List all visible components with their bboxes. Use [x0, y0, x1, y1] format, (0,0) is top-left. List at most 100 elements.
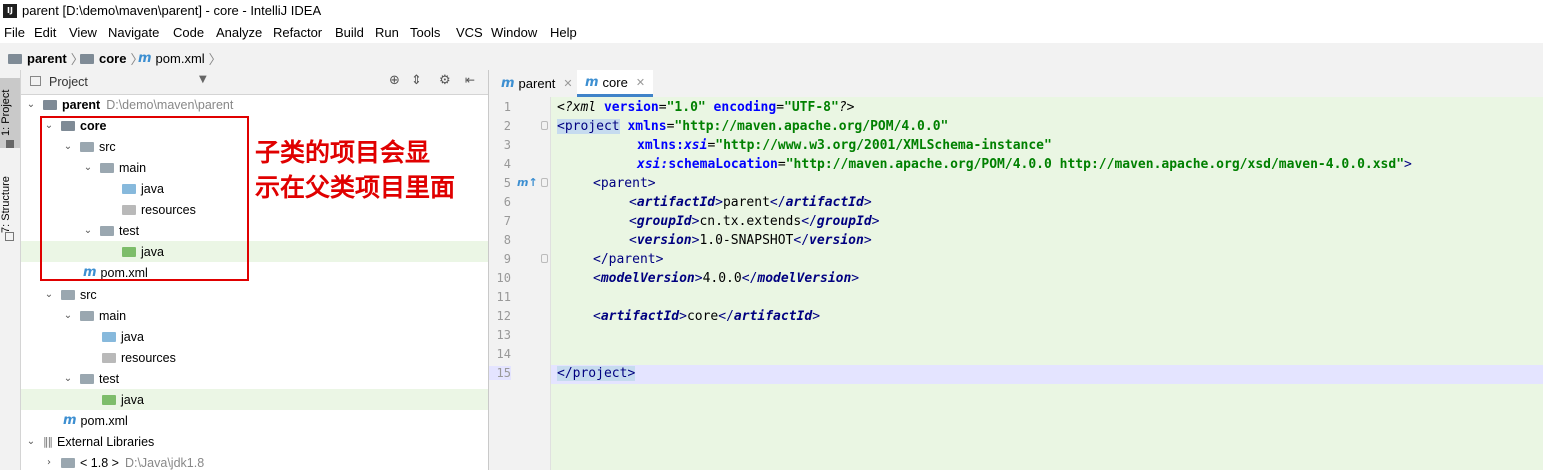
line-number: 3 [503, 138, 511, 152]
fold-icon[interactable] [541, 178, 548, 187]
tree-item-pom[interactable]: m pom.xml [21, 410, 488, 431]
menu-vcs[interactable]: VCS [456, 25, 483, 40]
window-title: parent [D:\demo\maven\parent] - core - I… [22, 3, 322, 18]
code-line-8: <version>1.0-SNAPSHOT</version> [629, 233, 872, 248]
code-line-3: xmlns:xsi="http://www.w3.org/2001/XMLSch… [637, 138, 1052, 153]
gear-icon[interactable]: ⚙ [439, 73, 451, 88]
tree-item-test[interactable]: ⌄ test [21, 368, 488, 389]
code-line-4: xsi:schemaLocation="http://maven.apache.… [637, 157, 1412, 172]
line-number: 14 [496, 347, 511, 361]
fold-icon[interactable] [541, 121, 548, 130]
line-number: 4 [503, 157, 511, 171]
menu-refactor[interactable]: Refactor [273, 25, 322, 40]
menu-build[interactable]: Build [335, 25, 364, 40]
fold-icon[interactable] [541, 254, 548, 263]
test-source-folder-icon [102, 394, 116, 405]
maven-icon: m [138, 51, 152, 66]
menu-window[interactable]: Window [491, 25, 537, 40]
line-number: 12 [496, 309, 511, 323]
tree-item-external-libraries[interactable]: ⌄ ‖‖ External Libraries [21, 431, 488, 452]
chevron-down-icon: ⌄ [63, 310, 73, 321]
close-icon[interactable]: ✕ [636, 76, 645, 89]
collapse-all-icon[interactable]: ⇕ [411, 73, 422, 88]
line-number: 5 [503, 176, 511, 190]
project-view-selector[interactable]: Project [49, 75, 88, 89]
breadcrumb-core[interactable]: core 〉 [80, 49, 143, 68]
tree-item-test-java[interactable]: java [21, 389, 488, 410]
code-line-6: <artifactId>parent</artifactId> [629, 195, 872, 210]
code-area[interactable]: <?xml version="1.0" encoding="UTF-8"?> <… [551, 97, 1543, 470]
module-folder-icon [43, 99, 57, 110]
menu-view[interactable]: View [69, 25, 97, 40]
current-line-highlight [551, 365, 1543, 384]
tab-core-pom[interactable]: m core ✕ [577, 70, 654, 97]
editor-tab-bar: m parent ✕ m core ✕ [489, 70, 1543, 98]
menu-code[interactable]: Code [173, 25, 204, 40]
chevron-down-icon: ⌄ [44, 289, 54, 300]
menu-analyze[interactable]: Analyze [216, 25, 262, 40]
chevron-down-icon: ⌄ [26, 99, 36, 110]
line-number: 6 [503, 195, 511, 209]
module-folder-icon [80, 53, 94, 64]
code-line-12: <artifactId>core</artifactId> [593, 309, 821, 324]
line-number: 11 [496, 290, 511, 304]
line-number: 2 [503, 119, 511, 133]
menu-tools[interactable]: Tools [410, 25, 440, 40]
chevron-right-icon: 〉 [208, 52, 222, 67]
tree-item-src[interactable]: ⌄ src [21, 284, 488, 305]
resources-folder-icon [102, 352, 116, 363]
annotation-box [40, 116, 249, 281]
tree-item-parent[interactable]: ⌄ parent D:\demo\maven\parent [21, 94, 488, 115]
close-icon[interactable]: ✕ [563, 77, 572, 90]
tree-item-main[interactable]: ⌄ main [21, 305, 488, 326]
libraries-icon: ‖‖ [43, 435, 53, 448]
navigation-bar: parent 〉 core 〉 m pom.xml 〉 [0, 43, 1543, 71]
folder-icon [61, 289, 75, 300]
module-folder-icon [8, 53, 22, 64]
menu-help[interactable]: Help [550, 25, 577, 40]
code-line-10: <modelVersion>4.0.0</modelVersion> [593, 271, 860, 286]
parent-pom-gutter-icon[interactable]: m↑ [517, 176, 538, 189]
code-line-1: <?xml version="1.0" encoding="UTF-8"?> [557, 100, 855, 115]
hide-panel-icon[interactable]: ⇤ [465, 73, 475, 87]
title-bar: IJ parent [D:\demo\maven\parent] - core … [0, 0, 1543, 22]
dropdown-arrow-icon[interactable]: ▼ [199, 74, 207, 85]
menu-run[interactable]: Run [375, 25, 399, 40]
jdk-folder-icon [61, 457, 75, 468]
chevron-right-icon: › [47, 457, 51, 468]
project-panel-header: Project ▼ ⊕ ⇕ ⚙ ⇤ [21, 70, 488, 95]
maven-icon: m [501, 76, 515, 91]
project-tool-icon [6, 140, 14, 148]
annotation-text-line2: 示在父类项目里面 [255, 174, 456, 202]
structure-tool-icon [5, 232, 14, 241]
code-line-5: <parent> [593, 176, 656, 191]
tree-item-resources[interactable]: resources [21, 347, 488, 368]
menu-bar: File Edit View Navigate Code Analyze Ref… [0, 22, 1543, 43]
editor-gutter: 1 2 3 4 5 6 7 8 9 10 11 12 13 14 15 m↑ [489, 97, 551, 470]
line-number: 8 [503, 233, 511, 247]
code-line-2: <project xmlns="http://maven.apache.org/… [557, 119, 949, 134]
code-line-9: </parent> [593, 252, 664, 267]
line-number: 15 [489, 366, 511, 380]
breadcrumb-parent[interactable]: parent 〉 [8, 49, 84, 68]
menu-file[interactable]: File [4, 25, 25, 40]
intellij-app-icon: IJ [3, 4, 17, 18]
code-line-15: </project> [557, 366, 636, 381]
line-number: 10 [496, 271, 511, 285]
folder-icon [80, 310, 94, 321]
chevron-down-icon: ⌄ [26, 436, 36, 447]
menu-navigate[interactable]: Navigate [108, 25, 159, 40]
code-line-7: <groupId>cn.tx.extends</groupId> [629, 214, 880, 229]
project-tool-tab[interactable]: 1: Project [0, 78, 20, 148]
project-view-icon [30, 76, 41, 86]
maven-icon: m [63, 413, 77, 428]
annotation-text-line1: 子类的项目会显 [255, 139, 431, 167]
menu-edit[interactable]: Edit [34, 25, 56, 40]
left-tool-strip: 1: Project 7: Structure [0, 70, 21, 470]
tree-item-main-java[interactable]: java [21, 326, 488, 347]
editor-panel: m parent ✕ m core ✕ 1 2 3 4 5 6 7 8 9 10… [489, 70, 1543, 470]
tab-parent-pom[interactable]: m parent ✕ [493, 70, 581, 97]
source-folder-icon [102, 331, 116, 342]
scroll-from-source-icon[interactable]: ⊕ [389, 73, 400, 88]
breadcrumb-pom-xml[interactable]: m pom.xml 〉 [138, 49, 222, 68]
